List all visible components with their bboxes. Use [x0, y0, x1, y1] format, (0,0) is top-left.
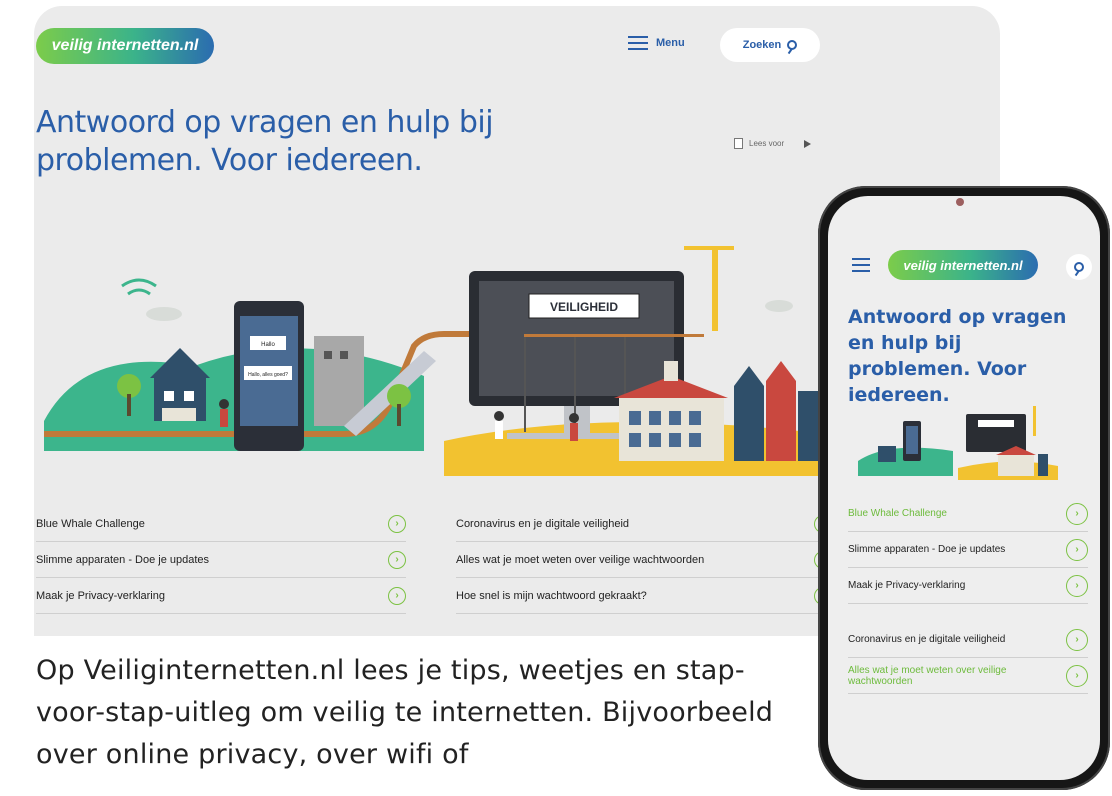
arrow-circle-icon[interactable]: › — [1066, 628, 1088, 651]
list-item-label: Slimme apparaten - Doe je updates — [848, 544, 1006, 555]
read-aloud-button[interactable]: Lees voor — [734, 138, 812, 149]
list-item-label: Coronavirus en je digitale veiligheid — [848, 634, 1006, 645]
phone-link-list: Blue Whale Challenge › Slimme apparaten … — [848, 496, 1088, 694]
menu-button[interactable]: Menu — [628, 36, 685, 50]
list-item-label: Blue Whale Challenge — [36, 517, 145, 530]
list-item[interactable]: Slimme apparaten - Doe je updates › — [848, 532, 1088, 568]
hamburger-icon — [628, 36, 648, 50]
hero-title: Antwoord op vragen en hulp bij problemen… — [36, 105, 494, 178]
list-item-label: Alles wat je moet weten over veilige wac… — [848, 664, 1007, 687]
list-item-label: Blue Whale Challenge — [848, 508, 947, 519]
list-item[interactable]: Coronavirus en je digitale veiligheid › — [848, 622, 1088, 658]
camera-dot — [956, 198, 964, 206]
list-item-label: Hoe snel is mijn wachtwoord gekraakt? — [456, 589, 647, 602]
document-icon — [734, 138, 743, 149]
site-logo[interactable]: veilig internetten.nl — [36, 28, 214, 64]
list-item[interactable]: Alles wat je moet weten over veilige wac… — [456, 542, 832, 578]
phone-hero-title: Antwoord op vragen en hulp bij problemen… — [848, 306, 1067, 406]
illustration-sign: VEILIGHEID — [550, 300, 618, 314]
list-item-label: Maak je Privacy-verklaring — [848, 580, 966, 591]
phone-hero-illustration — [858, 406, 1058, 480]
list-item[interactable]: Blue Whale Challenge › — [848, 496, 1088, 532]
arrow-circle-icon[interactable]: › — [1066, 502, 1088, 525]
phone-search-button[interactable] — [1066, 254, 1092, 280]
list-item-label: Slimme apparaten - Doe je updates — [36, 553, 210, 566]
phone-screen: veilig internetten.nl Antwoord op vragen… — [828, 196, 1100, 780]
phone-site-logo[interactable]: veilig internetten.nl — [888, 250, 1038, 280]
arrow-circle-icon[interactable]: › — [1066, 538, 1088, 561]
list-item[interactable]: Blue Whale Challenge › — [36, 506, 406, 542]
list-item[interactable]: Hoe snel is mijn wachtwoord gekraakt? › — [456, 578, 832, 614]
search-icon — [787, 40, 798, 50]
list-item-label: Maak je Privacy-verklaring — [36, 589, 165, 602]
arrow-circle-icon[interactable]: › — [388, 550, 406, 569]
list-item[interactable]: Coronavirus en je digitale veiligheid › — [456, 506, 832, 542]
hamburger-icon[interactable] — [852, 258, 870, 272]
list-item-label: Coronavirus en je digitale veiligheid — [456, 517, 630, 530]
arrow-circle-icon[interactable]: › — [1066, 574, 1088, 597]
arrow-circle-icon[interactable]: › — [388, 586, 406, 605]
list-item[interactable]: Slimme apparaten - Doe je updates › — [36, 542, 406, 578]
phone-bubble-2: Hallo, alles goed? — [248, 372, 288, 378]
list-item-label: Alles wat je moet weten over veilige wac… — [456, 553, 705, 566]
search-icon — [1074, 262, 1084, 272]
caption-text: Op Veiliginternetten.nl lees je tips, we… — [36, 655, 774, 770]
menu-label: Menu — [656, 37, 685, 49]
list-item[interactable]: Alles wat je moet weten over veilige wac… — [848, 658, 1088, 694]
arrow-circle-icon[interactable]: › — [1066, 664, 1088, 687]
hero-illustration: Hallo Hallo, alles goed? VEILIGHEID — [44, 246, 844, 476]
link-list-left: Blue Whale Challenge › Slimme apparaten … — [36, 506, 406, 614]
phone-bubble-1: Hallo — [261, 342, 275, 348]
link-list-right: Coronavirus en je digitale veiligheid › … — [456, 506, 832, 614]
search-label: Zoeken — [742, 39, 782, 51]
list-item[interactable]: Maak je Privacy-verklaring › — [848, 568, 1088, 604]
read-aloud-label: Lees voor — [749, 139, 785, 148]
phone-mockup: veilig internetten.nl Antwoord op vragen… — [818, 186, 1110, 790]
search-button[interactable]: Zoeken — [720, 28, 820, 62]
arrow-circle-icon[interactable]: › — [388, 514, 406, 533]
list-item[interactable]: Maak je Privacy-verklaring › — [36, 578, 406, 614]
play-icon[interactable] — [804, 139, 812, 148]
